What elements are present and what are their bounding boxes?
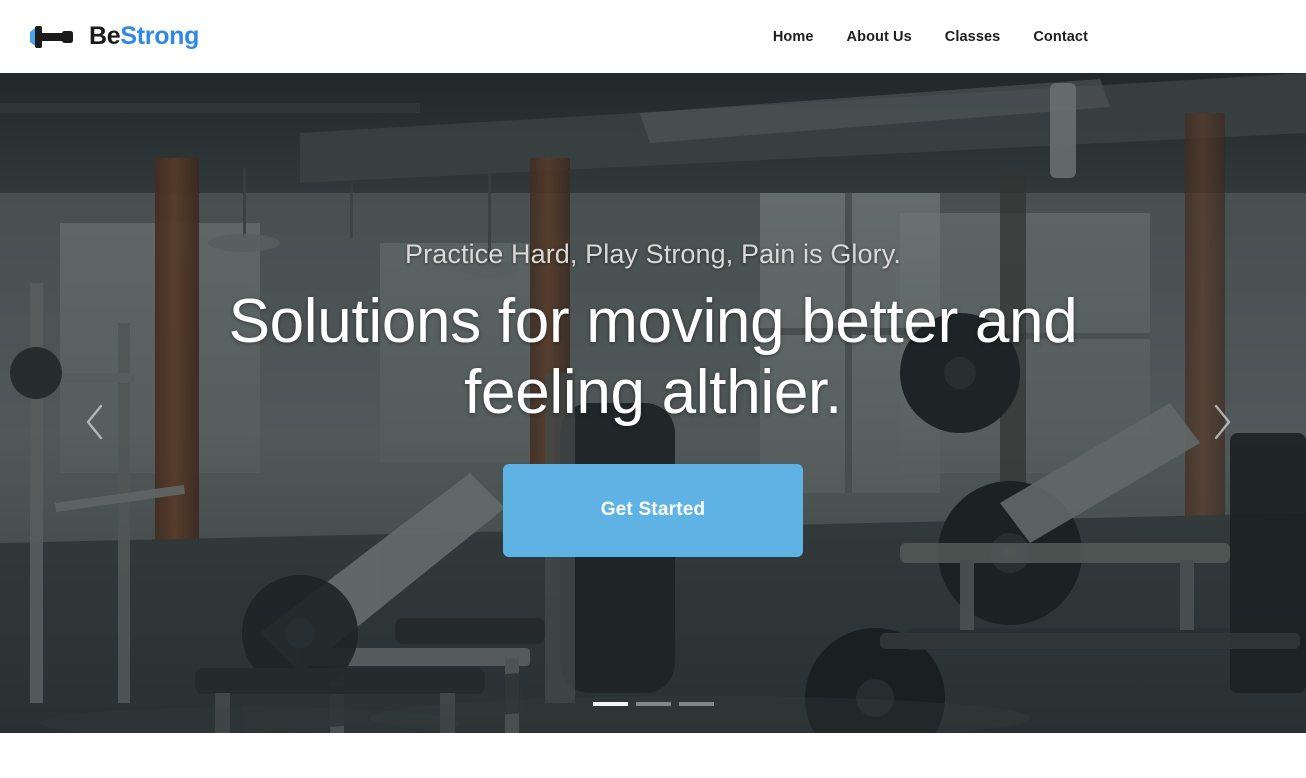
brand-name-accent: Strong — [120, 22, 200, 50]
carousel-indicator-3[interactable] — [678, 702, 714, 706]
brand-logo[interactable]: BeStrong — [28, 24, 199, 50]
nav-item-contact[interactable]: Contact — [1033, 29, 1088, 45]
dumbbell-icon — [28, 24, 80, 50]
carousel-prev-button[interactable] — [72, 400, 118, 446]
get-started-button[interactable]: Get Started — [503, 463, 803, 557]
nav-item-home[interactable]: Home — [773, 29, 814, 45]
nav-item-about-us[interactable]: About Us — [847, 29, 912, 45]
brand-name: BeStrong — [89, 24, 199, 49]
carousel-next-button[interactable] — [1199, 400, 1245, 446]
hero-carousel: Practice Hard, Play Strong, Pain is Glor… — [0, 73, 1306, 733]
page-body-below-hero — [0, 733, 1306, 778]
carousel-indicator-2[interactable] — [635, 702, 671, 706]
hero-title: Solutions for moving better and feeling … — [203, 287, 1103, 428]
hero-subtitle: Practice Hard, Play Strong, Pain is Glor… — [405, 239, 901, 269]
hero-content: Practice Hard, Play Strong, Pain is Glor… — [0, 73, 1306, 733]
hero-title-line-1: Solutions for moving better and — [228, 287, 1078, 357]
carousel-indicator-1[interactable] — [592, 702, 628, 706]
brand-name-primary: Be — [89, 22, 121, 50]
nav-item-classes[interactable]: Classes — [945, 29, 1001, 45]
chevron-left-icon — [83, 403, 107, 444]
hero-title-line-2: feeling althier. — [464, 358, 842, 428]
main-navigation: Home About Us Classes Contact — [773, 29, 1088, 45]
carousel-indicators — [0, 702, 1306, 706]
chevron-right-icon — [1210, 403, 1234, 444]
site-header: BeStrong Home About Us Classes Contact — [0, 0, 1306, 73]
